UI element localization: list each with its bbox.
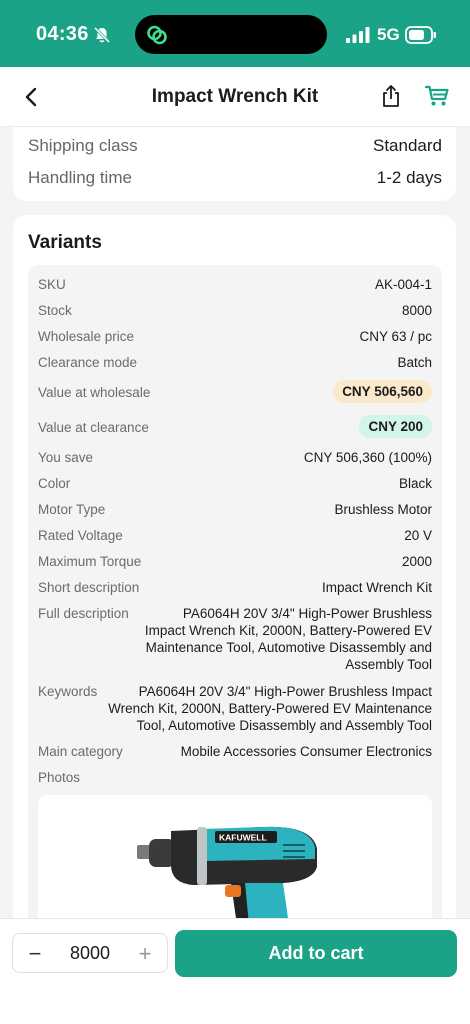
network-label: 5G <box>377 25 400 44</box>
detail-label: Keywords <box>38 684 98 699</box>
shipping-class-value: Standard <box>373 136 442 155</box>
detail-label: Value at clearance <box>38 420 149 435</box>
variants-card: Variants SKU AK-004-1 Stock 8000 Wholesa… <box>13 215 456 935</box>
bell-slash-icon <box>93 26 111 44</box>
detail-value: Mobile Accessories Consumer Electronics <box>180 744 432 759</box>
detail-label: Rated Voltage <box>38 528 123 543</box>
detail-label: Color <box>38 476 71 491</box>
app-link-icon <box>147 25 167 45</box>
quantity-input[interactable]: 8000 <box>53 943 127 964</box>
detail-value: 20 V <box>404 528 432 543</box>
detail-label: You save <box>38 450 94 465</box>
wholesale-value-badge: CNY 506,560 <box>333 380 432 403</box>
shipping-class-row: Shipping class Standard <box>28 136 442 156</box>
decrease-quantity-button[interactable]: − <box>25 941 45 967</box>
detail-value: CNY 506,360 (100%) <box>303 450 432 465</box>
share-icon[interactable] <box>380 84 402 108</box>
dynamic-island <box>135 15 327 54</box>
detail-value: 2000 <box>401 554 432 569</box>
detail-value: CNY 63 / pc <box>359 329 432 344</box>
detail-label: Motor Type <box>38 502 106 517</box>
detail-label: Maximum Torque <box>38 554 142 569</box>
detail-value: 8000 <box>401 303 432 318</box>
status-bar: 04:36 5G <box>0 0 470 67</box>
detail-label: Value at wholesale <box>38 385 151 400</box>
variant-details: SKU AK-004-1 Stock 8000 Wholesale price … <box>28 265 442 935</box>
detail-value: Black <box>398 476 432 491</box>
detail-value: AK-004-1 <box>374 277 432 292</box>
photo-thumbnail[interactable]: KAFUWELL <box>38 795 432 935</box>
cart-icon[interactable] <box>425 85 449 107</box>
battery-icon <box>405 26 436 44</box>
detail-value: PA6064H 20V 3/4" High-Power Brushless Im… <box>144 606 432 672</box>
detail-label: Short description <box>38 580 140 595</box>
handling-time-row: Handling time 1-2 days <box>28 168 442 188</box>
detail-value: Impact Wrench Kit <box>321 580 432 595</box>
handling-time-label: Handling time <box>28 168 132 187</box>
detail-label: Main category <box>38 744 123 759</box>
handling-time-value: 1-2 days <box>376 168 442 187</box>
detail-label: Photos <box>38 770 81 785</box>
detail-label: Stock <box>38 303 72 318</box>
quantity-stepper: − 8000 + <box>12 933 168 973</box>
signal-bars-icon <box>346 27 370 43</box>
shipping-class-label: Shipping class <box>28 136 138 155</box>
clearance-value-badge: CNY 200 <box>359 415 432 438</box>
increase-quantity-button[interactable]: + <box>135 941 155 967</box>
detail-label: Full description <box>38 606 129 621</box>
detail-label: Clearance mode <box>38 355 138 370</box>
shipping-card: Shipping class Standard Handling time 1-… <box>13 127 456 201</box>
detail-label: SKU <box>38 277 66 292</box>
status-time: 04:36 <box>36 23 89 45</box>
product-photo: KAFUWELL <box>137 826 317 925</box>
detail-value: PA6064H 20V 3/4" High-Power Brushless Im… <box>108 684 432 733</box>
detail-value: Batch <box>397 355 432 370</box>
nav-bar: Impact Wrench Kit <box>0 67 470 127</box>
brand-label: KAFUWELL <box>219 833 267 843</box>
detail-value: Brushless Motor <box>334 502 432 517</box>
bottom-action-bar: − 8000 + Add to cart <box>0 918 470 1024</box>
variants-heading: Variants <box>28 232 102 253</box>
add-to-cart-button[interactable]: Add to cart <box>175 930 457 977</box>
detail-label: Wholesale price <box>38 329 135 344</box>
